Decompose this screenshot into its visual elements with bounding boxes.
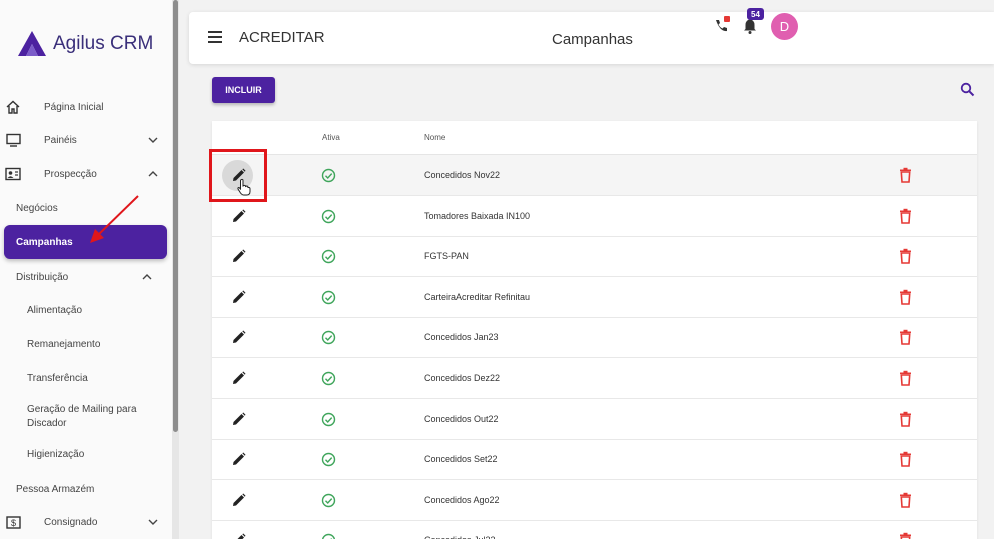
campaign-name: Concedidos Nov22	[424, 170, 501, 180]
sidebar-item-label: Campanhas	[16, 236, 73, 248]
notification-badge: 54	[747, 8, 764, 20]
table-row: Concedidos Out22	[212, 399, 977, 440]
chevron-up-icon	[142, 274, 152, 280]
campaign-name: Concedidos Out22	[424, 413, 499, 424]
edit-pencil-icon[interactable]	[230, 329, 247, 346]
trash-icon[interactable]	[899, 451, 912, 467]
edit-pencil-icon[interactable]	[230, 248, 247, 265]
active-check-icon	[321, 371, 336, 386]
trash-icon[interactable]	[899, 329, 912, 346]
logo-text: Agilus CRM	[53, 32, 154, 54]
contact-card-icon	[5, 166, 21, 182]
campaign-name: Concedidos Jan23	[424, 332, 499, 343]
active-check-icon	[321, 249, 336, 264]
table-row: FGTS-PAN	[212, 236, 977, 278]
active-check-icon	[321, 331, 336, 345]
top-bar: ACREDITAR Campanhas	[189, 12, 994, 64]
sidebar: Agilus CRM Página Inicial Painéis Prospe…	[0, 0, 172, 539]
sidebar-item-pagina-inicial[interactable]: Página Inicial	[0, 92, 172, 122]
company-name: ACREDITAR	[239, 29, 325, 46]
campaign-name: Tomadores Baixada IN100	[424, 210, 531, 221]
campaign-name: CarteiraAcreditar Refinitau	[424, 291, 531, 302]
sidebar-item-alimentacao[interactable]: Alimentação	[27, 305, 82, 316]
edit-pencil-icon[interactable]	[230, 370, 247, 387]
edit-pencil-icon[interactable]	[230, 532, 247, 539]
sidebar-item-paineis[interactable]: Painéis	[0, 125, 172, 155]
sidebar-item-consignado[interactable]: $ Consignado	[0, 507, 172, 537]
sidebar-item-transferencia[interactable]: Transferência	[27, 373, 88, 384]
table-row: Tomadores Baixada IN100	[212, 196, 977, 237]
campaign-name: Concedidos Jul22	[424, 535, 496, 539]
edit-pencil-icon[interactable]	[230, 208, 247, 225]
trash-icon[interactable]	[899, 532, 912, 539]
active-check-icon	[321, 290, 336, 304]
sidebar-item-prospeccao[interactable]: Prospecção	[0, 159, 172, 189]
phone-status-dot	[724, 16, 730, 22]
home-icon	[5, 99, 21, 115]
dollar-box-icon: $	[5, 514, 21, 530]
campaign-name: Concedidos Dez22	[424, 373, 501, 383]
sidebar-item-distribuicao[interactable]: Distribuição	[0, 262, 172, 292]
sidebar-item-remanejamento[interactable]: Remanejamento	[27, 339, 100, 350]
chevron-down-icon	[148, 137, 158, 143]
hamburger-menu-icon[interactable]	[208, 31, 222, 43]
table-header: Ativa Nome	[212, 121, 977, 155]
active-check-icon	[321, 168, 336, 183]
sidebar-item-negocios[interactable]: Negócios	[16, 203, 58, 214]
table-row: Concedidos Jul22	[212, 520, 977, 539]
search-icon[interactable]	[960, 82, 975, 97]
campaigns-table: Ativa Nome Concedidos Nov22 Tomadores Bai…	[212, 121, 977, 539]
active-check-icon	[321, 412, 336, 426]
edit-pencil-icon[interactable]	[230, 411, 247, 428]
active-check-icon	[321, 493, 336, 507]
sidebar-item-label: Prospecção	[44, 168, 97, 180]
sidebar-item-label: Consignado	[44, 516, 98, 528]
hand-cursor-icon	[237, 178, 251, 196]
sidebar-item-label: Painéis	[44, 134, 77, 146]
trash-icon[interactable]	[899, 370, 912, 386]
avatar[interactable]: D	[771, 13, 798, 40]
active-check-icon	[321, 452, 336, 467]
table-row: CarteiraAcreditar Refinitau	[212, 277, 977, 318]
sidebar-item-campanhas[interactable]: Campanhas	[4, 225, 167, 259]
trash-icon[interactable]	[899, 411, 912, 427]
monitor-icon	[5, 132, 21, 148]
bell-icon[interactable]	[742, 18, 758, 34]
campaign-name: Concedidos Ago22	[424, 494, 500, 505]
trash-icon[interactable]	[899, 208, 912, 224]
chevron-down-icon	[148, 519, 158, 525]
sidebar-item-geracao-mailing-line2[interactable]: Discador	[27, 418, 66, 429]
table-row: Concedidos Dez22	[212, 358, 977, 399]
sidebar-scrollbar-thumb[interactable]	[173, 0, 178, 432]
sidebar-item-higienizacao[interactable]: Higienização	[27, 449, 84, 460]
sidebar-item-pessoa-armazem[interactable]: Pessoa Armazém	[16, 484, 94, 495]
column-header-ativa: Ativa	[322, 133, 340, 142]
sidebar-item-geracao-mailing[interactable]: Geração de Mailing para	[27, 404, 137, 415]
sidebar-item-label: Distribuição	[16, 271, 69, 283]
chevron-up-icon	[148, 171, 158, 177]
campaign-name: FGTS-PAN	[424, 251, 469, 262]
trash-icon[interactable]	[899, 167, 912, 183]
edit-pencil-icon[interactable]	[230, 289, 247, 306]
page-title: Campanhas	[552, 31, 633, 48]
campaign-name: Concedidos Set22	[424, 454, 498, 465]
trash-icon[interactable]	[899, 289, 912, 305]
agilus-logo-icon	[18, 31, 46, 56]
active-check-icon	[321, 209, 336, 223]
table-row: Concedidos Jan23	[212, 317, 977, 359]
table-row: Concedidos Ago22	[212, 480, 977, 521]
logo: Agilus CRM	[17, 30, 153, 57]
column-header-nome: Nome	[424, 133, 446, 142]
trash-icon[interactable]	[899, 248, 912, 264]
svg-text:$: $	[10, 518, 15, 528]
table-row: Concedidos Set22	[212, 439, 977, 481]
sidebar-item-label: Página Inicial	[44, 101, 104, 113]
include-button[interactable]: INCLUIR	[212, 77, 275, 103]
table-row: Concedidos Nov22	[212, 155, 977, 196]
trash-icon[interactable]	[899, 492, 912, 508]
active-check-icon	[322, 534, 335, 539]
edit-pencil-icon[interactable]	[230, 451, 247, 468]
edit-pencil-icon[interactable]	[230, 492, 247, 509]
